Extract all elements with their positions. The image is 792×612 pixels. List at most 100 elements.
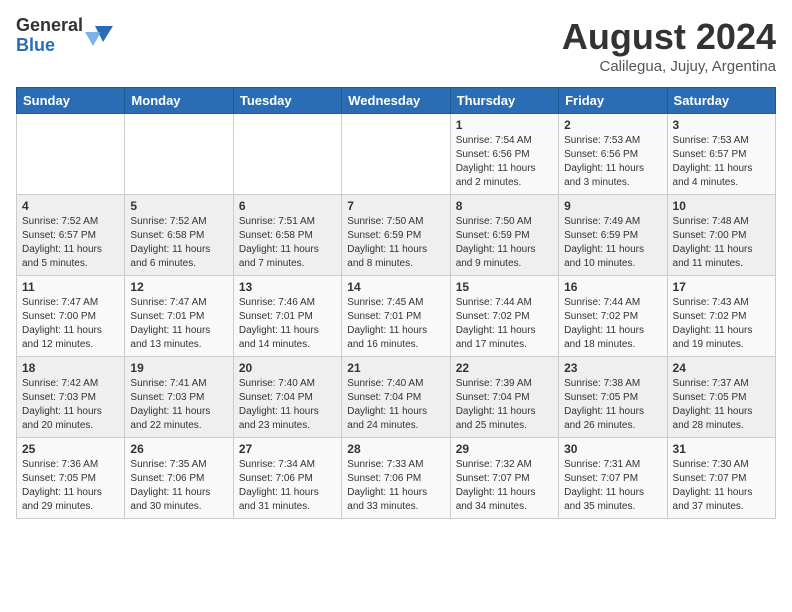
calendar-cell: 7Sunrise: 7:50 AM Sunset: 6:59 PM Daylig… <box>342 195 450 276</box>
day-info: Sunrise: 7:53 AM Sunset: 6:57 PM Dayligh… <box>673 134 770 190</box>
day-info: Sunrise: 7:47 AM Sunset: 7:00 PM Dayligh… <box>22 296 119 352</box>
calendar-cell: 14 Sunrise: 7:45 AM Sunset: 7:01 PM Dayli… <box>342 276 450 357</box>
day-number: 11 <box>22 280 119 294</box>
day-number: 27 <box>239 442 336 456</box>
day-info: Sunrise: 7:31 AM Sunset: 7:07 PM Dayligh… <box>564 458 661 514</box>
page-header: General Blue August 2024 Calilegua, Juju… <box>16 16 776 75</box>
day-info: Sunrise: 7:33 AM Sunset: 7:06 PM Dayligh… <box>347 458 444 514</box>
calendar-cell: 3 Sunrise: 7:53 AM Sunset: 6:57 PM Daylig… <box>667 114 775 195</box>
calendar-cell: 8 Sunrise: 7:50 AM Sunset: 6:59 PM Daylig… <box>450 195 558 276</box>
day-info: Sunrise: 7:40 AM Sunset: 7:04 PM Dayligh… <box>239 377 336 433</box>
calendar-cell: 15Sunrise: 7:44 AM Sunset: 7:02 PM Dayli… <box>450 276 558 357</box>
calendar-cell: 22 Sunrise: 7:39 AM Sunset: 7:04 PM Dayli… <box>450 357 558 438</box>
day-info: Sunrise: 7:51 AM Sunset: 6:58 PM Dayligh… <box>239 215 336 271</box>
month-title: August 2024 <box>562 16 776 58</box>
day-number: 3 <box>673 118 770 132</box>
day-info: Sunrise: 7:34 AM Sunset: 7:06 PM Dayligh… <box>239 458 336 514</box>
calendar-cell: 17Sunrise: 7:43 AM Sunset: 7:02 PM Dayli… <box>667 276 775 357</box>
day-info: Sunrise: 7:50 AM Sunset: 6:59 PM Dayligh… <box>347 215 444 271</box>
day-info: Sunrise: 7:39 AM Sunset: 7:04 PM Dayligh… <box>456 377 553 433</box>
day-header-saturday: Saturday <box>667 88 775 114</box>
calendar-cell: 4 Sunrise: 7:52 AM Sunset: 6:57 PM Daylig… <box>17 195 125 276</box>
calendar-cell: 6 Sunrise: 7:51 AM Sunset: 6:58 PM Daylig… <box>233 195 341 276</box>
calendar-cell: 2Sunrise: 7:53 AM Sunset: 6:56 PM Daylig… <box>559 114 667 195</box>
calendar-cell: 26 Sunrise: 7:35 AM Sunset: 7:06 PM Dayli… <box>125 438 233 519</box>
day-info: Sunrise: 7:40 AM Sunset: 7:04 PM Dayligh… <box>347 377 444 433</box>
logo-icon <box>85 22 113 50</box>
day-number: 24 <box>673 361 770 375</box>
calendar-week-row: 18 Sunrise: 7:42 AM Sunset: 7:03 PM Dayli… <box>17 357 776 438</box>
day-info: Sunrise: 7:37 AM Sunset: 7:05 PM Dayligh… <box>673 377 770 433</box>
day-info: Sunrise: 7:44 AM Sunset: 7:02 PM Dayligh… <box>564 296 661 352</box>
day-number: 30 <box>564 442 661 456</box>
day-info: Sunrise: 7:52 AM Sunset: 6:58 PM Dayligh… <box>130 215 227 271</box>
calendar-cell <box>17 114 125 195</box>
day-number: 15 <box>456 280 553 294</box>
day-number: 6 <box>239 199 336 213</box>
day-header-sunday: Sunday <box>17 88 125 114</box>
day-info: Sunrise: 7:53 AM Sunset: 6:56 PM Dayligh… <box>564 134 661 190</box>
title-section: August 2024 Calilegua, Jujuy, Argentina <box>562 16 776 75</box>
calendar-cell <box>125 114 233 195</box>
calendar-cell: 29 Sunrise: 7:32 AM Sunset: 7:07 PM Dayli… <box>450 438 558 519</box>
day-info: Sunrise: 7:41 AM Sunset: 7:03 PM Dayligh… <box>130 377 227 433</box>
day-info: Sunrise: 7:30 AM Sunset: 7:07 PM Dayligh… <box>673 458 770 514</box>
day-number: 20 <box>239 361 336 375</box>
calendar-cell: 21 Sunrise: 7:40 AM Sunset: 7:04 PM Dayli… <box>342 357 450 438</box>
day-header-monday: Monday <box>125 88 233 114</box>
day-header-tuesday: Tuesday <box>233 88 341 114</box>
day-info: Sunrise: 7:52 AM Sunset: 6:57 PM Dayligh… <box>22 215 119 271</box>
calendar-cell: 13Sunrise: 7:46 AM Sunset: 7:01 PM Dayli… <box>233 276 341 357</box>
day-header-friday: Friday <box>559 88 667 114</box>
calendar-cell: 1 Sunrise: 7:54 AM Sunset: 6:56 PM Daylig… <box>450 114 558 195</box>
day-number: 1 <box>456 118 553 132</box>
day-info: Sunrise: 7:54 AM Sunset: 6:56 PM Dayligh… <box>456 134 553 190</box>
day-number: 19 <box>130 361 227 375</box>
day-number: 14 <box>347 280 444 294</box>
calendar-cell <box>233 114 341 195</box>
day-number: 28 <box>347 442 444 456</box>
day-header-wednesday: Wednesday <box>342 88 450 114</box>
calendar-cell: 5 Sunrise: 7:52 AM Sunset: 6:58 PM Daylig… <box>125 195 233 276</box>
calendar-cell: 25Sunrise: 7:36 AM Sunset: 7:05 PM Dayli… <box>17 438 125 519</box>
day-info: Sunrise: 7:50 AM Sunset: 6:59 PM Dayligh… <box>456 215 553 271</box>
day-number: 10 <box>673 199 770 213</box>
calendar-cell: 31Sunrise: 7:30 AM Sunset: 7:07 PM Dayli… <box>667 438 775 519</box>
calendar-cell: 10 Sunrise: 7:48 AM Sunset: 7:00 PM Dayli… <box>667 195 775 276</box>
calendar-cell: 9 Sunrise: 7:49 AM Sunset: 6:59 PM Daylig… <box>559 195 667 276</box>
day-info: Sunrise: 7:42 AM Sunset: 7:03 PM Dayligh… <box>22 377 119 433</box>
calendar-cell <box>342 114 450 195</box>
day-info: Sunrise: 7:35 AM Sunset: 7:06 PM Dayligh… <box>130 458 227 514</box>
day-number: 29 <box>456 442 553 456</box>
day-info: Sunrise: 7:47 AM Sunset: 7:01 PM Dayligh… <box>130 296 227 352</box>
logo-blue-text: Blue <box>16 36 83 56</box>
day-info: Sunrise: 7:32 AM Sunset: 7:07 PM Dayligh… <box>456 458 553 514</box>
day-info: Sunrise: 7:45 AM Sunset: 7:01 PM Dayligh… <box>347 296 444 352</box>
day-number: 26 <box>130 442 227 456</box>
calendar-week-row: 11 Sunrise: 7:47 AM Sunset: 7:00 PM Dayli… <box>17 276 776 357</box>
day-info: Sunrise: 7:49 AM Sunset: 6:59 PM Dayligh… <box>564 215 661 271</box>
calendar-cell: 18 Sunrise: 7:42 AM Sunset: 7:03 PM Dayli… <box>17 357 125 438</box>
calendar-cell: 27 Sunrise: 7:34 AM Sunset: 7:06 PM Dayli… <box>233 438 341 519</box>
day-number: 8 <box>456 199 553 213</box>
day-info: Sunrise: 7:48 AM Sunset: 7:00 PM Dayligh… <box>673 215 770 271</box>
day-number: 21 <box>347 361 444 375</box>
calendar-cell: 24 Sunrise: 7:37 AM Sunset: 7:05 PM Dayli… <box>667 357 775 438</box>
calendar-cell: 23Sunrise: 7:38 AM Sunset: 7:05 PM Dayli… <box>559 357 667 438</box>
calendar-header-row: SundayMondayTuesdayWednesdayThursdayFrid… <box>17 88 776 114</box>
day-number: 9 <box>564 199 661 213</box>
calendar-cell: 28 Sunrise: 7:33 AM Sunset: 7:06 PM Dayli… <box>342 438 450 519</box>
calendar-cell: 16 Sunrise: 7:44 AM Sunset: 7:02 PM Dayli… <box>559 276 667 357</box>
day-number: 5 <box>130 199 227 213</box>
subtitle: Calilegua, Jujuy, Argentina <box>562 58 776 75</box>
day-number: 4 <box>22 199 119 213</box>
day-number: 18 <box>22 361 119 375</box>
day-number: 16 <box>564 280 661 294</box>
calendar-week-row: 25Sunrise: 7:36 AM Sunset: 7:05 PM Dayli… <box>17 438 776 519</box>
calendar-cell: 30 Sunrise: 7:31 AM Sunset: 7:07 PM Dayli… <box>559 438 667 519</box>
day-info: Sunrise: 7:46 AM Sunset: 7:01 PM Dayligh… <box>239 296 336 352</box>
day-number: 17 <box>673 280 770 294</box>
day-number: 25 <box>22 442 119 456</box>
calendar-cell: 12Sunrise: 7:47 AM Sunset: 7:01 PM Dayli… <box>125 276 233 357</box>
day-number: 22 <box>456 361 553 375</box>
